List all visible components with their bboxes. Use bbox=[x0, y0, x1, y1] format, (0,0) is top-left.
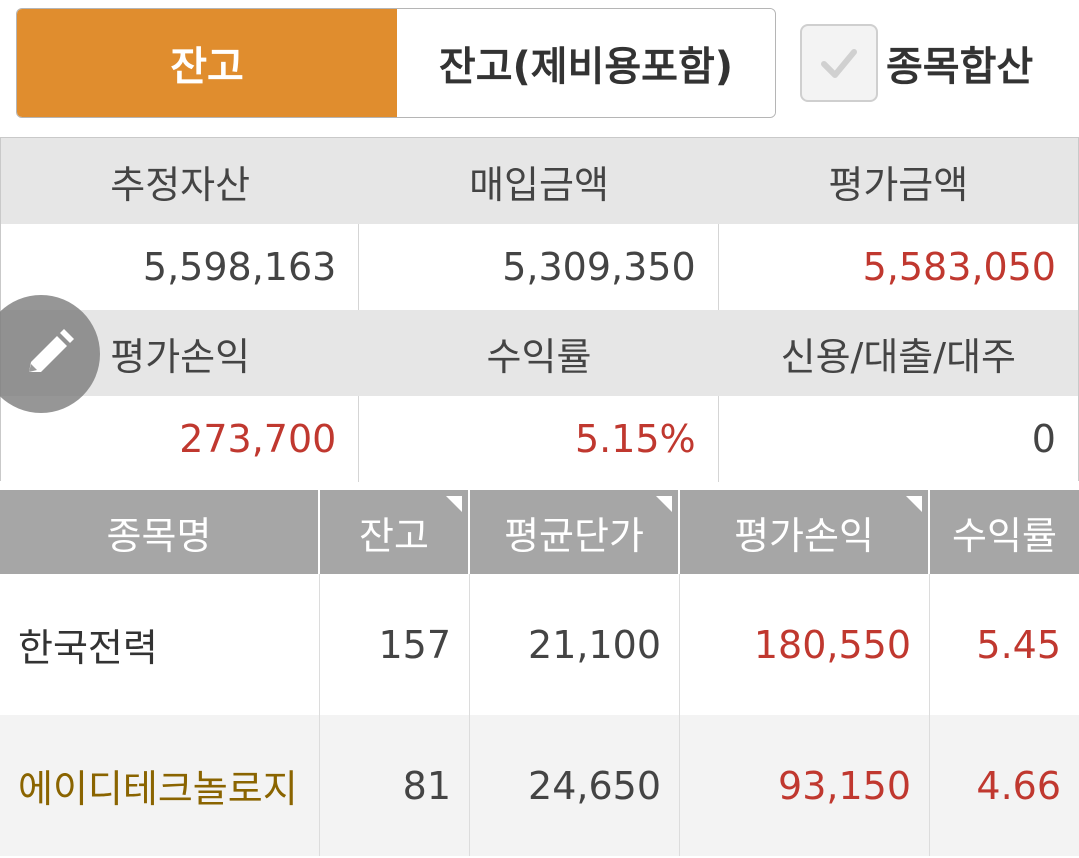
stock-name[interactable]: 한국전력 bbox=[0, 574, 320, 715]
summary-value-row: 5,598,163 5,309,350 5,583,050 bbox=[1, 224, 1078, 310]
table-header-row: 종목명 잔고 평균단가 평가손익 수익률 bbox=[0, 490, 1079, 574]
valuation-amount-label: 평가금액 bbox=[828, 162, 969, 207]
column-header-label: 평균단가 bbox=[504, 513, 644, 558]
stock-avg-price: 21,100 bbox=[470, 574, 680, 715]
balance-tab-group: 잔고 잔고(제비용포함) bbox=[16, 8, 776, 118]
sort-corner-icon bbox=[446, 496, 462, 512]
combine-label: 종목합산 bbox=[886, 44, 1034, 90]
credit-loan-value: 0 bbox=[1031, 417, 1056, 461]
tab-balance[interactable]: 잔고 bbox=[17, 9, 397, 117]
summary-header-row: 평가손익 수익률 신용/대출/대주 bbox=[1, 310, 1078, 396]
column-header-avg-price[interactable]: 평균단가 bbox=[470, 490, 680, 574]
stock-avg-price: 24,650 bbox=[470, 715, 680, 856]
combine-checkbox[interactable] bbox=[800, 24, 878, 102]
return-rate-value: 5.15% bbox=[359, 396, 719, 482]
column-header-qty[interactable]: 잔고 bbox=[320, 490, 470, 574]
summary-value-row: 273,700 5.15% 0 bbox=[1, 396, 1078, 482]
tab-balance-with-fees[interactable]: 잔고(제비용포함) bbox=[397, 9, 775, 117]
summary-header-row: 추정자산 매입금액 평가금액 bbox=[1, 138, 1078, 224]
stock-profit: 93,150 bbox=[680, 715, 930, 856]
table-row[interactable]: 에이디테크놀로지 81 24,650 93,150 4.66 bbox=[0, 715, 1079, 856]
estimated-assets-label: 추정자산 bbox=[110, 162, 251, 207]
return-rate-label: 수익률 bbox=[486, 334, 592, 379]
holdings-table: 종목명 잔고 평균단가 평가손익 수익률 한국전력 157 21,100 180… bbox=[0, 490, 1079, 856]
column-header-label: 수익률 bbox=[952, 513, 1057, 558]
credit-loan-label: 신용/대출/대주 bbox=[780, 334, 1016, 379]
stock-qty: 81 bbox=[320, 715, 470, 856]
column-header-label: 종목명 bbox=[106, 513, 212, 558]
sort-corner-icon bbox=[906, 496, 922, 512]
stock-profit: 180,550 bbox=[680, 574, 930, 715]
column-header-rate[interactable]: 수익률 bbox=[930, 490, 1079, 574]
column-header-label: 잔고 bbox=[359, 513, 429, 558]
stock-rate: 4.66 bbox=[976, 763, 1061, 808]
column-header-profit[interactable]: 평가손익 bbox=[680, 490, 930, 574]
summary-panel: 추정자산 매입금액 평가금액 5,598,163 5,309,350 5,583… bbox=[0, 137, 1079, 482]
check-icon bbox=[821, 49, 857, 78]
combine-toggle[interactable]: 종목합산 bbox=[800, 24, 1033, 102]
stock-qty: 157 bbox=[320, 574, 470, 715]
stock-name[interactable]: 에이디테크놀로지 bbox=[0, 715, 320, 856]
column-header-name[interactable]: 종목명 bbox=[0, 490, 320, 574]
pencil-icon bbox=[29, 329, 74, 372]
purchase-amount-label: 매입금액 bbox=[469, 162, 609, 207]
sort-corner-icon bbox=[656, 496, 672, 512]
table-row[interactable]: 한국전력 157 21,100 180,550 5.45 bbox=[0, 574, 1079, 715]
purchase-amount-value: 5,309,350 bbox=[359, 224, 719, 310]
valuation-amount-value: 5,583,050 bbox=[862, 245, 1056, 289]
stock-rate: 5.45 bbox=[976, 622, 1061, 667]
column-header-label: 평가손익 bbox=[734, 513, 874, 558]
